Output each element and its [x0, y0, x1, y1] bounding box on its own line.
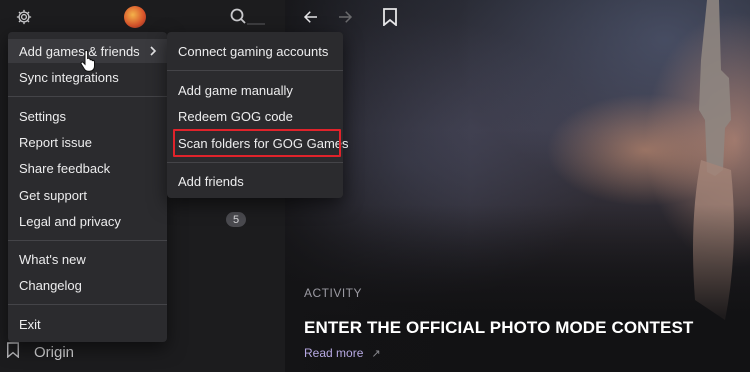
menu-item-label: What's new	[19, 251, 86, 267]
menu-item-label: Sync integrations	[19, 69, 119, 85]
submenu-item-add-game-manually[interactable]: Add game manually	[167, 78, 343, 102]
menu-item-label: Settings	[19, 108, 66, 124]
top-bar	[0, 0, 750, 34]
submenu-item-redeem-code[interactable]: Redeem GOG code	[167, 104, 343, 128]
menu-divider	[167, 162, 343, 163]
menu-item-label: Add game manually	[178, 82, 293, 98]
menu-item-label: Add friends	[178, 173, 244, 189]
read-more-link[interactable]: Read more ↗	[304, 346, 381, 360]
back-arrow-icon[interactable]	[300, 5, 322, 29]
menu-item-settings[interactable]: Settings	[8, 104, 167, 128]
menu-item-get-support[interactable]: Get support	[8, 183, 167, 207]
submenu-item-connect-accounts[interactable]: Connect gaming accounts	[167, 39, 343, 63]
menu-divider	[8, 96, 167, 97]
menu-item-label: Redeem GOG code	[178, 108, 293, 124]
menu-item-share-feedback[interactable]: Share feedback	[8, 156, 167, 180]
menu-item-legal-privacy[interactable]: Legal and privacy	[8, 209, 167, 233]
highlight-annotation	[173, 129, 341, 157]
menu-divider	[8, 240, 167, 241]
bookmark-icon	[6, 341, 20, 363]
menu-item-label: Exit	[19, 316, 41, 332]
sidebar-item-label: Origin	[34, 343, 75, 361]
bookmark-icon[interactable]	[379, 5, 401, 29]
menu-item-changelog[interactable]: Changelog	[8, 273, 167, 297]
forward-arrow-icon[interactable]	[334, 5, 356, 29]
activity-hero-banner[interactable]	[285, 0, 750, 372]
activity-title[interactable]: ENTER THE OFFICIAL PHOTO MODE CONTEST	[304, 318, 693, 338]
search-icon[interactable]	[229, 6, 269, 28]
avatar[interactable]	[124, 6, 146, 28]
menu-item-label: Get support	[19, 187, 87, 203]
hero-shade	[285, 0, 750, 372]
menu-item-report-issue[interactable]: Report issue	[8, 130, 167, 154]
external-link-icon: ↗	[371, 347, 381, 360]
menu-item-label: Report issue	[19, 134, 92, 150]
chevron-right-icon	[150, 46, 157, 56]
menu-item-label: Legal and privacy	[19, 213, 121, 229]
gear-icon[interactable]	[13, 6, 35, 28]
menu-item-label: Connect gaming accounts	[178, 43, 329, 59]
sidebar-item-origin[interactable]: Origin	[6, 340, 74, 364]
menu-divider	[8, 304, 167, 305]
submenu-item-add-friends[interactable]: Add friends	[167, 169, 343, 193]
hand-cursor-icon	[80, 50, 95, 72]
menu-divider	[167, 70, 343, 71]
add-games-submenu: Connect gaming accounts Add game manuall…	[167, 32, 349, 198]
count-badge: 5	[226, 212, 246, 227]
read-more-label: Read more	[304, 346, 364, 360]
activity-label: ACTIVITY	[304, 286, 363, 300]
menu-item-exit[interactable]: Exit	[8, 312, 167, 336]
menu-item-label: Changelog	[19, 277, 82, 293]
menu-item-label: Share feedback	[19, 160, 111, 176]
menu-item-whats-new[interactable]: What's new	[8, 247, 167, 271]
main-menu: Add games & friends Sync integrations Se…	[8, 32, 167, 342]
